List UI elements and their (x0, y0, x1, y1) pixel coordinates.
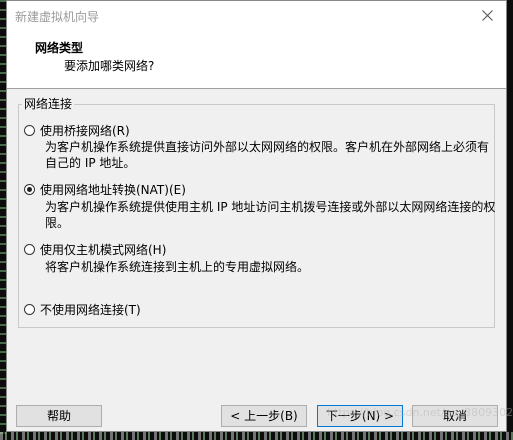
option-no-network-label: 不使用网络连接(T) (40, 303, 141, 317)
close-icon (482, 10, 493, 21)
new-vm-wizard-dialog: 新建虚拟机向导 网络类型 要添加哪类网络? 网络连接 使用桥接网络(R) 为客户… (6, 0, 513, 432)
next-button[interactable]: 下一步(N) > (317, 405, 403, 427)
page-subtitle: 要添加哪类网络? (64, 59, 155, 73)
close-button[interactable] (474, 3, 502, 29)
terminal-bottom-line (0, 432, 513, 440)
radio-host-only[interactable] (24, 244, 35, 255)
help-button[interactable]: 帮助 (16, 405, 102, 427)
option-bridged-description: 为客户机操作系统提供直接访问外部以太网网络的权限。客户机在外部网络上必须有自己的… (45, 140, 490, 170)
radio-bridged[interactable] (24, 125, 35, 136)
radio-no-network[interactable] (24, 304, 35, 315)
cancel-button[interactable]: 取消 (412, 405, 498, 427)
option-host-only-label: 使用仅主机模式网络(H) (40, 243, 167, 257)
option-nat-label: 使用网络地址转换(NAT)(E) (40, 183, 186, 197)
option-host-only-description: 将客户机操作系统连接到主机上的专用虚拟网络。 (45, 260, 310, 274)
page-title: 网络类型 (35, 41, 84, 55)
option-bridged-label: 使用桥接网络(R) (40, 124, 130, 138)
radio-nat[interactable] (24, 184, 35, 195)
option-nat-description: 为客户机操作系统提供使用主机 IP 地址访问主机拨号连接或外部以太网网络连接的权… (45, 200, 496, 230)
title-bar: 新建虚拟机向导 (7, 1, 506, 32)
back-button[interactable]: < 上一步(B) (221, 405, 307, 427)
wizard-header: 网络类型 要添加哪类网络? (7, 32, 506, 89)
window-title: 新建虚拟机向导 (15, 10, 100, 24)
group-legend: 网络连接 (22, 97, 75, 111)
